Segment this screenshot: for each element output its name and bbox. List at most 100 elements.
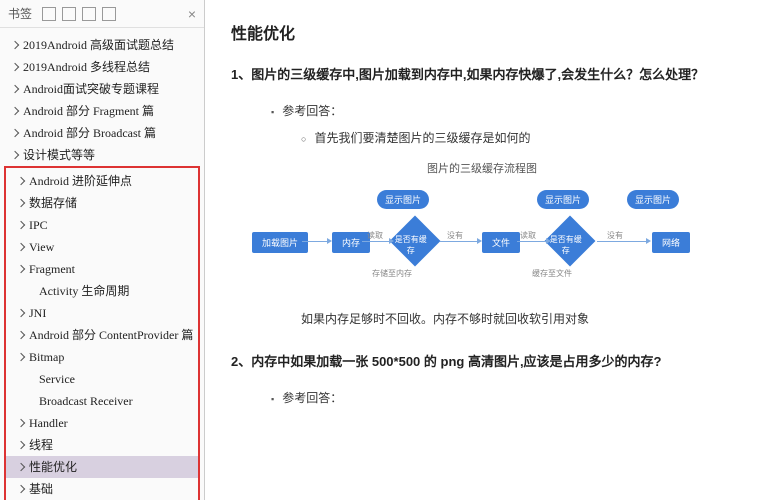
chevron-right-icon bbox=[11, 151, 19, 159]
bookmark-item[interactable]: 性能优化 bbox=[6, 456, 198, 478]
chevron-right-icon bbox=[11, 63, 19, 71]
bookmark-item[interactable]: JNI bbox=[6, 302, 198, 324]
tool-icon-4[interactable] bbox=[102, 7, 116, 21]
arrow bbox=[362, 241, 390, 242]
bookmark-item[interactable]: Handler bbox=[6, 412, 198, 434]
chevron-right-icon bbox=[17, 199, 25, 207]
bookmarks-sidebar: 书签 × 2019Android 高级面试题总结 2019Android 多线程总… bbox=[0, 0, 205, 500]
bookmark-label: Android 部分 ContentProvider 篇 bbox=[29, 326, 193, 344]
bookmark-label: IPC bbox=[29, 216, 48, 234]
bookmark-label: Handler bbox=[29, 414, 68, 432]
chevron-right-icon bbox=[17, 485, 25, 493]
main-content: 性能优化 1、图片的三级缓存中,图片加载到内存中,如果内存快爆了,会发生什么？怎… bbox=[205, 0, 759, 500]
chevron-right-icon bbox=[11, 129, 19, 137]
answer-1: 首先我们要清楚图片的三级缓存是如何的 bbox=[301, 129, 733, 146]
figure-caption: 图片的三级缓存流程图 bbox=[231, 160, 733, 176]
bookmark-label: Activity 生命周期 bbox=[39, 282, 129, 300]
edge-label: 读取 bbox=[520, 230, 536, 241]
chevron-right-icon bbox=[17, 331, 25, 339]
bookmark-item[interactable]: Android面试突破专题课程 bbox=[0, 78, 204, 100]
node-network: 网络 bbox=[652, 232, 690, 253]
bookmark-item[interactable]: Android 部分 Broadcast 篇 bbox=[0, 122, 204, 144]
sidebar-title: 书签 bbox=[8, 5, 32, 22]
bookmark-item[interactable]: Android 进阶延伸点 bbox=[6, 170, 198, 192]
node-file: 文件 bbox=[482, 232, 520, 253]
bookmark-item[interactable]: 数据存储 bbox=[6, 192, 198, 214]
bookmark-label: Android 进阶延伸点 bbox=[29, 172, 132, 190]
arrow bbox=[517, 241, 547, 242]
bookmark-item[interactable]: 2019Android 多线程总结 bbox=[0, 56, 204, 78]
bookmark-item[interactable]: Bitmap bbox=[6, 346, 198, 368]
bookmark-item[interactable]: Android 部分 ContentProvider 篇 bbox=[6, 324, 198, 346]
bookmark-item[interactable]: Fragment bbox=[6, 258, 198, 280]
node-load: 加载图片 bbox=[252, 232, 308, 253]
node-has-cache-2: 是否有缓存 bbox=[545, 216, 596, 267]
bookmark-label: 2019Android 多线程总结 bbox=[23, 58, 150, 76]
edge-label: 缓存至文件 bbox=[532, 268, 572, 279]
note-text: 如果内存足够时不回收。内存不够时就回收软引用对象 bbox=[301, 310, 733, 327]
bookmark-item[interactable]: Android 部分 Fragment 篇 bbox=[0, 100, 204, 122]
bookmark-item[interactable]: View bbox=[6, 236, 198, 258]
edge-label: 存储至内存 bbox=[372, 268, 412, 279]
chevron-right-icon bbox=[17, 419, 25, 427]
arrow bbox=[597, 241, 647, 242]
bookmark-label: JNI bbox=[29, 304, 46, 322]
bookmark-item[interactable]: 2019Android 高级面试题总结 bbox=[0, 34, 204, 56]
chevron-right-icon bbox=[17, 463, 25, 471]
highlighted-group: Android 进阶延伸点数据存储 IPC View Fragment Activity… bbox=[4, 166, 200, 500]
chevron-right-icon bbox=[17, 221, 25, 229]
tool-icon-1[interactable] bbox=[42, 7, 56, 21]
bookmark-label: 设计模式等等 bbox=[23, 146, 95, 164]
bookmark-label: Broadcast Receiver bbox=[39, 392, 133, 410]
node-show-2: 显示图片 bbox=[537, 190, 589, 209]
chevron-right-icon bbox=[17, 177, 25, 185]
bookmark-label: 基础 bbox=[29, 480, 53, 498]
question-1: 1、图片的三级缓存中,图片加载到内存中,如果内存快爆了,会发生什么？怎么处理？ bbox=[231, 62, 733, 88]
bookmark-label: Android面试突破专题课程 bbox=[23, 80, 159, 98]
chevron-right-icon bbox=[11, 41, 19, 49]
node-memory: 内存 bbox=[332, 232, 370, 253]
arrow bbox=[440, 241, 478, 242]
node-has-cache-1: 是否有缓存 bbox=[390, 216, 441, 267]
chevron-right-icon bbox=[17, 265, 25, 273]
bookmark-item[interactable]: Broadcast Receiver bbox=[6, 390, 198, 412]
bookmark-label: 线程 bbox=[29, 436, 53, 454]
bookmark-label: Service bbox=[39, 370, 75, 388]
flowchart-diagram: 显示图片 显示图片 显示图片 加载图片 内存 是否有缓存 文件 是否有缓存 网络… bbox=[262, 190, 702, 290]
arrow bbox=[302, 241, 328, 242]
tool-icon-2[interactable] bbox=[62, 7, 76, 21]
bookmark-item[interactable]: 设计模式等等 bbox=[0, 144, 204, 166]
close-icon[interactable]: × bbox=[188, 6, 196, 22]
sidebar-tools bbox=[42, 7, 188, 21]
chevron-right-icon bbox=[11, 107, 19, 115]
bookmark-list: 2019Android 高级面试题总结 2019Android 多线程总结 Andr… bbox=[0, 28, 204, 500]
answer-ref-1: 参考回答： bbox=[271, 102, 733, 119]
bookmark-item[interactable]: Service bbox=[6, 368, 198, 390]
answer-ref-2: 参考回答： bbox=[271, 389, 733, 406]
bookmark-label: Fragment bbox=[29, 260, 75, 278]
bookmark-item[interactable]: 线程 bbox=[6, 434, 198, 456]
edge-label: 没有 bbox=[447, 230, 463, 241]
edge-label: 没有 bbox=[607, 230, 623, 241]
bookmark-label: Android 部分 Fragment 篇 bbox=[23, 102, 154, 120]
tool-icon-3[interactable] bbox=[82, 7, 96, 21]
page-title: 性能优化 bbox=[231, 20, 733, 44]
sidebar-header: 书签 × bbox=[0, 0, 204, 28]
chevron-right-icon bbox=[17, 353, 25, 361]
node-show-1: 显示图片 bbox=[377, 190, 429, 209]
bookmark-label: 2019Android 高级面试题总结 bbox=[23, 36, 174, 54]
chevron-right-icon bbox=[17, 309, 25, 317]
bookmark-item[interactable]: 基础 bbox=[6, 478, 198, 500]
bookmark-item[interactable]: Activity 生命周期 bbox=[6, 280, 198, 302]
bookmark-label: View bbox=[29, 238, 54, 256]
chevron-right-icon bbox=[11, 85, 19, 93]
bookmark-label: 性能优化 bbox=[29, 458, 77, 476]
bookmark-label: Bitmap bbox=[29, 348, 64, 366]
chevron-right-icon bbox=[17, 441, 25, 449]
question-2: 2、内存中如果加载一张 500*500 的 png 高清图片,应该是占用多少的内… bbox=[231, 349, 733, 375]
edge-label: 读取 bbox=[367, 230, 383, 241]
bookmark-label: Android 部分 Broadcast 篇 bbox=[23, 124, 156, 142]
bookmark-item[interactable]: IPC bbox=[6, 214, 198, 236]
node-show-3: 显示图片 bbox=[627, 190, 679, 209]
chevron-right-icon bbox=[17, 243, 25, 251]
